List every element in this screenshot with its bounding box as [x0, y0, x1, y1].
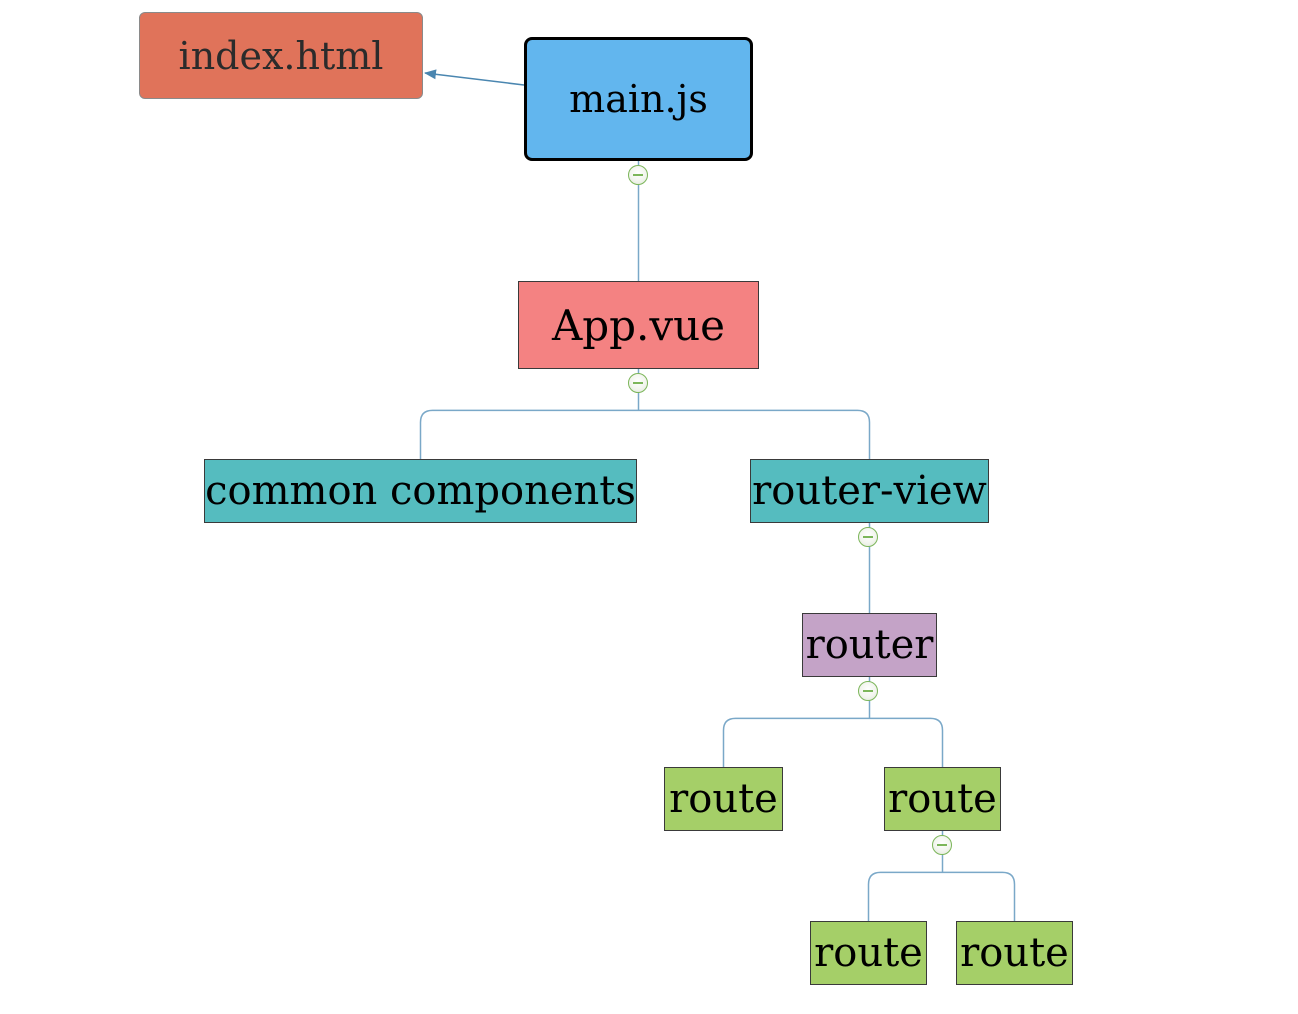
node-label: router [805, 622, 934, 668]
collapse-toggle-icon[interactable] [858, 527, 878, 547]
node-label: index.html [178, 33, 384, 78]
node-label: route [669, 776, 778, 822]
node-route[interactable]: route [884, 767, 1001, 831]
collapse-toggle-icon[interactable] [628, 373, 648, 393]
mind-map-canvas: index.html main.js App.vue common compon… [0, 0, 1298, 1014]
node-label: common components [205, 468, 636, 514]
node-common-components[interactable]: common components [204, 459, 637, 523]
node-router-view[interactable]: router-view [750, 459, 989, 523]
node-route[interactable]: route [664, 767, 783, 831]
node-label: App.vue [551, 300, 726, 350]
node-router[interactable]: router [802, 613, 937, 677]
node-app-vue[interactable]: App.vue [518, 281, 759, 369]
tree-connector [638, 409, 871, 459]
arrow-connector [424, 69, 525, 86]
collapse-toggle-icon[interactable] [628, 165, 648, 185]
tree-connector [869, 717, 944, 767]
tree-connector [419, 409, 639, 459]
node-route[interactable]: route [810, 921, 927, 985]
tree-connector [942, 871, 1016, 921]
node-label: route [960, 930, 1069, 976]
collapse-toggle-icon[interactable] [858, 681, 878, 701]
node-label: route [814, 930, 923, 976]
node-label: main.js [569, 77, 708, 121]
node-main-js[interactable]: main.js [524, 37, 753, 161]
node-index-html[interactable]: index.html [139, 12, 423, 99]
tree-connector [722, 717, 870, 767]
node-label: router-view [752, 468, 987, 514]
node-route[interactable]: route [956, 921, 1073, 985]
collapse-toggle-icon[interactable] [932, 835, 952, 855]
tree-connector [867, 871, 943, 921]
node-label: route [888, 776, 997, 822]
